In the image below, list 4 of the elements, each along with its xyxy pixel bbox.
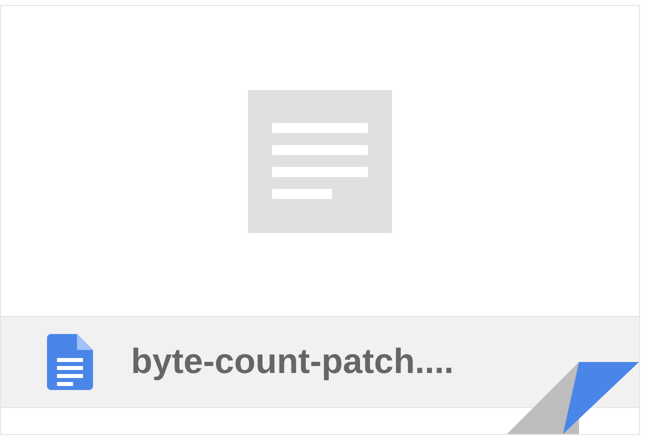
document-icon <box>47 334 93 390</box>
file-name: byte-count-patch.... <box>131 340 454 383</box>
document-preview-icon <box>248 90 392 232</box>
file-card[interactable]: byte-count-patch.... <box>0 5 640 435</box>
